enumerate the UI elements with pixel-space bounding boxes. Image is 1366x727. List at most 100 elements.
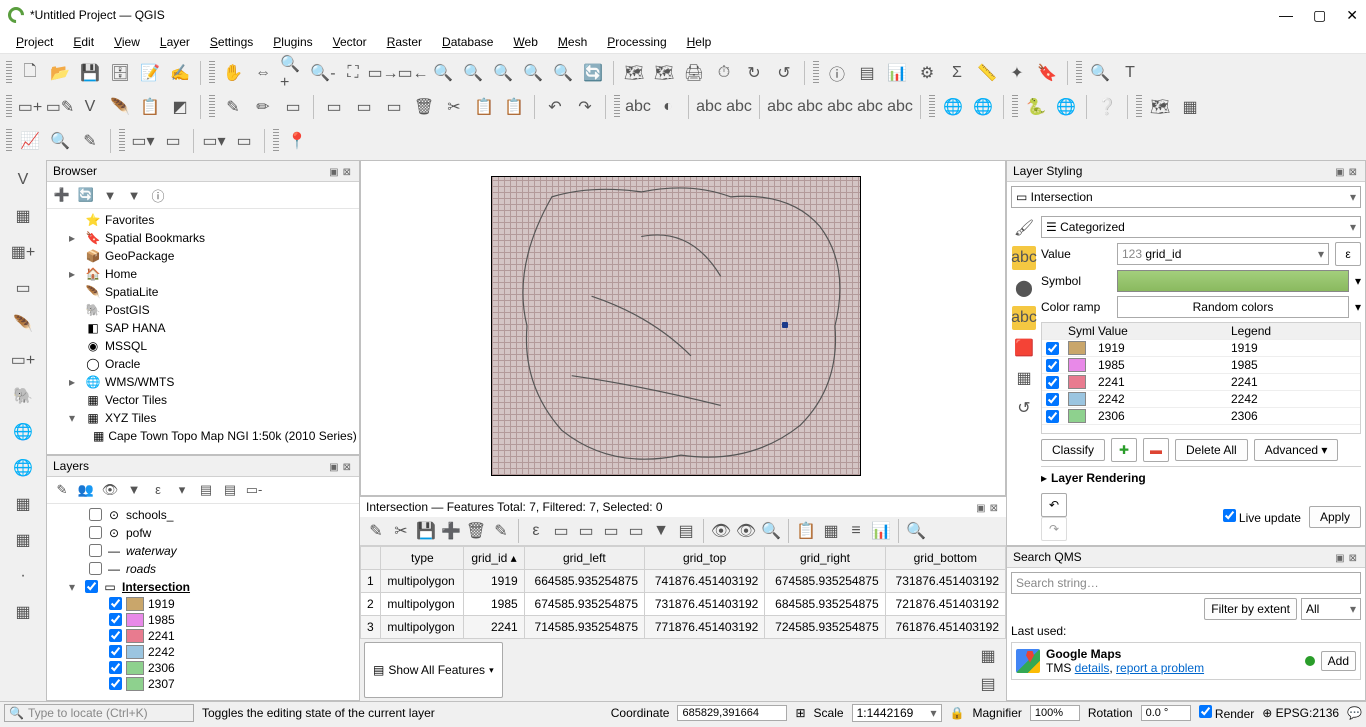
toolbar-button[interactable]: ε bbox=[147, 479, 169, 501]
render-checkbox[interactable]: Render bbox=[1199, 705, 1255, 721]
cat-swatch[interactable] bbox=[1068, 409, 1086, 423]
toolbar-button[interactable]: ▦ bbox=[1176, 93, 1204, 121]
menu-plugins[interactable]: Plugins bbox=[265, 33, 320, 51]
toolbar-button[interactable]: 📋 bbox=[500, 93, 528, 121]
layer-label[interactable]: schools_ bbox=[126, 508, 173, 522]
undo-style-button[interactable]: ↶ bbox=[1041, 493, 1067, 517]
toolbar-button[interactable]: abc bbox=[766, 93, 794, 121]
toolbar-button[interactable]: 🔖 bbox=[1033, 59, 1061, 87]
cat-cell[interactable]: 2306 bbox=[1094, 408, 1227, 425]
toolbar-button[interactable]: 🔍+ bbox=[279, 59, 307, 87]
toolbar-button[interactable]: ◐ bbox=[654, 93, 682, 121]
datasource-button[interactable]: ▭ bbox=[7, 272, 39, 304]
toolbar-button[interactable]: ⇔ bbox=[249, 59, 277, 87]
attr-column-header[interactable]: grid_left bbox=[524, 547, 644, 570]
cat-swatch[interactable] bbox=[1068, 341, 1086, 355]
toolbar-button[interactable]: ➕ bbox=[439, 519, 463, 543]
cat-cell[interactable]: 2306 bbox=[1227, 408, 1360, 425]
tree-caret-icon[interactable]: ▸ bbox=[69, 267, 81, 281]
toolbar-button[interactable]: ≡ bbox=[844, 519, 868, 543]
tree-item-label[interactable]: GeoPackage bbox=[105, 249, 174, 263]
layer-label[interactable]: pofw bbox=[126, 526, 151, 540]
layers-undock-icon[interactable]: ▣ bbox=[327, 462, 340, 473]
datasource-button[interactable]: 🌐 bbox=[7, 452, 39, 484]
layer-visibility-checkbox[interactable] bbox=[89, 562, 102, 575]
attr-close-icon[interactable]: ⊠ bbox=[988, 503, 1000, 514]
cat-cell[interactable]: 2241 bbox=[1227, 374, 1360, 391]
attr-cell[interactable]: 674585.935254875 bbox=[765, 570, 885, 593]
datasource-button[interactable]: 🪶 bbox=[7, 308, 39, 340]
browser-close-icon[interactable]: ⊠ bbox=[341, 167, 353, 178]
attr-column-header[interactable]: grid_id ▴ bbox=[464, 547, 524, 570]
map-canvas[interactable] bbox=[360, 160, 1006, 496]
redo-style-button[interactable]: ↷ bbox=[1041, 517, 1067, 541]
cat-visibility-checkbox[interactable] bbox=[1046, 376, 1059, 389]
tree-item-label[interactable]: WMS/WMTS bbox=[105, 375, 174, 389]
attr-cell[interactable]: 714585.935254875 bbox=[524, 616, 644, 639]
toolbar-button[interactable]: 📋 bbox=[794, 519, 818, 543]
symbol-preview[interactable] bbox=[1117, 270, 1349, 292]
toolbar-button[interactable]: 🔍 bbox=[1086, 59, 1114, 87]
tree-item-label[interactable]: Spatial Bookmarks bbox=[105, 231, 205, 245]
locator-input[interactable]: 🔍 Type to locate (Ctrl+K) bbox=[4, 704, 194, 722]
value-field-combo[interactable]: 123 grid_id▾ bbox=[1117, 243, 1329, 265]
tree-item-label[interactable]: Oracle bbox=[105, 357, 140, 371]
toolbar-button[interactable]: 📊 bbox=[869, 519, 893, 543]
datasource-button[interactable]: ▦ bbox=[7, 200, 39, 232]
cat-cell[interactable]: 1985 bbox=[1094, 357, 1227, 374]
toolbar-button[interactable]: 🌐 bbox=[969, 93, 997, 121]
toolbar-button[interactable]: abc bbox=[886, 93, 914, 121]
toolbar-button[interactable]: ▦ bbox=[819, 519, 843, 543]
attr-cell[interactable]: 1 bbox=[361, 570, 381, 593]
scale-combo[interactable]: 1:1442169▾ bbox=[852, 704, 942, 722]
styling-tab-icon[interactable]: abc bbox=[1012, 246, 1036, 270]
toolbar-button[interactable]: 👁 bbox=[734, 519, 758, 543]
menu-raster[interactable]: Raster bbox=[379, 33, 430, 51]
tree-caret-icon[interactable]: ▾ bbox=[69, 411, 81, 425]
tree-item-label[interactable]: SAP HANA bbox=[105, 321, 165, 335]
toolbar-button[interactable]: ✦ bbox=[1003, 59, 1031, 87]
toolbar-button[interactable]: ✂ bbox=[440, 93, 468, 121]
toolbar-button[interactable]: ▤ bbox=[219, 479, 241, 501]
styling-tab-icon[interactable]: ⬤ bbox=[1012, 276, 1036, 300]
cat-visibility-checkbox[interactable] bbox=[1046, 359, 1059, 372]
attribute-grid[interactable]: typegrid_id ▴grid_leftgrid_topgrid_right… bbox=[360, 546, 1006, 639]
toolbar-button[interactable]: 📍 bbox=[283, 127, 311, 155]
color-ramp-combo[interactable]: Random colors bbox=[1117, 296, 1349, 318]
toolbar-button[interactable]: ◩ bbox=[166, 93, 194, 121]
toolbar-button[interactable]: 🌐 bbox=[1052, 93, 1080, 121]
datasource-button[interactable]: ▦ bbox=[7, 488, 39, 520]
datasource-button[interactable]: ▦ bbox=[7, 524, 39, 556]
toolbar-button[interactable]: ⛶ bbox=[339, 59, 367, 87]
qms-close-icon[interactable]: ⊠ bbox=[1347, 553, 1359, 564]
layer-caret-icon[interactable]: ▾ bbox=[69, 580, 81, 594]
cat-cell[interactable]: 2242 bbox=[1094, 391, 1227, 408]
toolbar-button[interactable]: abc bbox=[826, 93, 854, 121]
toolbar-button[interactable]: ▾ bbox=[171, 479, 193, 501]
toolbar-button[interactable]: 🔍 bbox=[429, 59, 457, 87]
tree-item-label[interactable]: XYZ Tiles bbox=[105, 411, 156, 425]
toolbar-button[interactable]: abc bbox=[856, 93, 884, 121]
advanced-button[interactable]: Advanced ▾ bbox=[1254, 439, 1339, 461]
toolbar-button[interactable]: 📏 bbox=[973, 59, 1001, 87]
menu-project[interactable]: Project bbox=[8, 33, 61, 51]
attr-cell[interactable]: multipolygon bbox=[381, 570, 464, 593]
crs-button[interactable]: ⊕ EPSG:2136 bbox=[1262, 706, 1339, 720]
cat-visibility-checkbox[interactable] bbox=[1046, 410, 1059, 423]
layer-visibility-checkbox[interactable] bbox=[109, 661, 122, 674]
attr-cell[interactable]: 664585.935254875 bbox=[524, 570, 644, 593]
toolbar-button[interactable]: ✎ bbox=[364, 519, 388, 543]
toolbar-button[interactable]: ▼ bbox=[99, 184, 121, 206]
toolbar-button[interactable]: 👥 bbox=[75, 479, 97, 501]
delete-all-button[interactable]: Delete All bbox=[1175, 439, 1248, 461]
toolbar-button[interactable]: ↶ bbox=[541, 93, 569, 121]
toolbar-button[interactable]: 🗋 bbox=[16, 59, 44, 87]
toolbar-button[interactable]: ▤ bbox=[195, 479, 217, 501]
datasource-button[interactable]: V bbox=[7, 164, 39, 196]
layer-visibility-checkbox[interactable] bbox=[109, 629, 122, 642]
toolbar-button[interactable]: 📋 bbox=[136, 93, 164, 121]
toolbar-button[interactable]: ▭▾ bbox=[200, 127, 228, 155]
toolbar-button[interactable]: ↺ bbox=[770, 59, 798, 87]
cat-cell[interactable]: 1919 bbox=[1227, 340, 1360, 357]
layer-visibility-checkbox[interactable] bbox=[85, 580, 98, 593]
